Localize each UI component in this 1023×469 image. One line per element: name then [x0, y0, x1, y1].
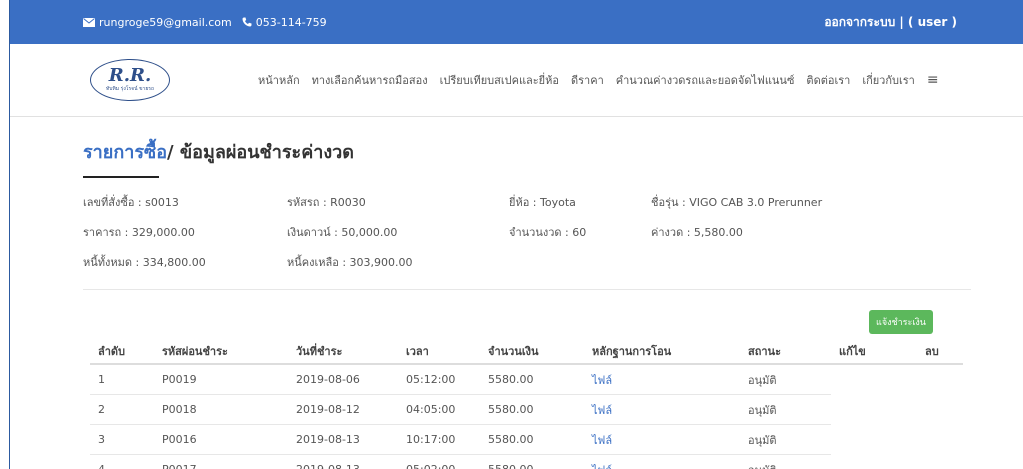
row-file-link[interactable]: ไฟล์: [584, 394, 740, 425]
remaining-debt: หนี้คงเหลือ : 303,900.00: [287, 256, 413, 269]
phone-text: 053-114-759: [255, 15, 327, 29]
row-delete: [917, 364, 963, 395]
car-price: ราคารถ : 329,000.00: [83, 226, 195, 239]
row-payment-code: P0018: [154, 394, 288, 425]
col-edit: แก้ไข: [831, 339, 917, 365]
row-date: 2019-08-13: [288, 424, 398, 455]
row-amount: 5580.00: [480, 364, 584, 395]
row-payment-code: P0019: [154, 364, 288, 395]
table-row: 3 P0016 2019-08-13 10:17:00 5580.00 ไฟล์…: [90, 424, 963, 455]
order-number: เลขที่สั่งซื้อ : s0013: [83, 196, 179, 209]
nav-item-about[interactable]: เกี่ยวกับเรา: [862, 71, 915, 89]
row-delete: [917, 395, 963, 425]
page-header: รายการซื้อ/ ข้อมูลผ่อนชำระค่างวด: [10, 117, 1023, 178]
row-edit: [831, 364, 917, 395]
row-delete: [917, 455, 963, 469]
car-model: ชื่อรุ่น : VIGO CAB 3.0 Prerunner: [651, 196, 823, 209]
row-time: 04:05:00: [398, 394, 480, 425]
email-text: rungroge59@gmail.com: [99, 15, 232, 29]
phone-contact[interactable]: 053-114-759: [242, 16, 327, 29]
table-row: 1 P0019 2019-08-06 05:12:00 5580.00 ไฟล์…: [90, 364, 963, 395]
site-logo[interactable]: R.R. ทับทิม รุ่งโรจน์ ขายรถ: [90, 59, 170, 101]
top-contact-bar: rungroge59@gmail.com 053-114-759 ออกจากร…: [10, 0, 1023, 44]
row-time: 05:12:00: [398, 364, 480, 395]
row-order: 2: [90, 394, 154, 425]
row-edit: [831, 425, 917, 455]
row-edit: [831, 455, 917, 469]
table-row: 2 P0018 2019-08-12 04:05:00 5580.00 ไฟล์…: [90, 394, 963, 425]
row-date: 2019-08-13: [288, 454, 398, 469]
info-row: หนี้ทั้งหมด : 334,800.00 หนี้คงเหลือ : 3…: [83, 253, 971, 283]
row-time: 10:17:00: [398, 424, 480, 455]
logo-subtext: ทับทิม รุ่งโรจน์ ขายรถ: [106, 86, 154, 92]
row-status: อนุมัติ: [740, 364, 831, 395]
down-payment: เงินดาวน์ : 50,000.00: [287, 226, 398, 239]
row-edit: [831, 395, 917, 425]
row-status: อนุมัติ: [740, 454, 831, 469]
row-amount: 5580.00: [480, 424, 584, 455]
page-title: รายการซื้อ/ ข้อมูลผ่อนชำระค่างวด: [83, 137, 1023, 166]
nav-item-compare[interactable]: เปรียบเทียบสเปคและยี่ห้อ: [440, 71, 559, 89]
col-order: ลำดับ: [90, 339, 154, 365]
row-payment-code: P0017: [154, 454, 288, 469]
car-brand: ยี่ห้อ : Toyota: [509, 196, 576, 209]
payment-table: ลำดับ รหัสผ่อนชำระ วันที่ชำระ เวลา จำนวน…: [90, 339, 963, 469]
contact-info: rungroge59@gmail.com 053-114-759: [83, 16, 327, 29]
row-amount: 5580.00: [480, 454, 584, 469]
page-frame: rungroge59@gmail.com 053-114-759 ออกจากร…: [9, 0, 1023, 469]
row-order: 1: [90, 364, 154, 395]
info-row: เลขที่สั่งซื้อ : s0013 รหัสรถ : R0030 ยี…: [83, 193, 971, 223]
row-date: 2019-08-12: [288, 394, 398, 425]
page-title-rest: / ข้อมูลผ่อนชำระค่างวด: [167, 142, 354, 163]
table-row: 4 P0017 2019-08-13 05:02:00 5580.00 ไฟล์…: [90, 454, 963, 469]
table-header-row: ลำดับ รหัสผ่อนชำระ วันที่ชำระ เวลา จำนวน…: [90, 339, 963, 365]
logo-mark: R.R.: [108, 65, 152, 86]
installment-amount: ค่างวด : 5,580.00: [651, 226, 743, 239]
col-time: เวลา: [398, 339, 480, 365]
row-file-link[interactable]: ไฟล์: [584, 364, 740, 395]
nav-item-home[interactable]: หน้าหลัก: [258, 71, 300, 89]
row-status: อนุมัติ: [740, 424, 831, 455]
nav-item-calculator[interactable]: คำนวณค่างวดรถและยอดจัดไฟแนนซ์: [616, 71, 795, 89]
info-row: ราคารถ : 329,000.00 เงินดาวน์ : 50,000.0…: [83, 223, 971, 253]
order-info: เลขที่สั่งซื้อ : s0013 รหัสรถ : R0030 ยี…: [83, 193, 971, 283]
nav-menu: หน้าหลัก ทางเลือกค้นหารถมือสอง เปรียบเที…: [258, 71, 939, 89]
envelope-icon: [83, 17, 95, 27]
row-payment-code: P0016: [154, 424, 288, 455]
col-delete: ลบ: [917, 339, 963, 365]
email-contact[interactable]: rungroge59@gmail.com: [83, 16, 232, 29]
menu-icon[interactable]: ≡: [927, 72, 939, 88]
row-status: อนุมัติ: [740, 394, 831, 425]
nav-item-price[interactable]: ดีราคา: [571, 71, 604, 89]
phone-icon: [242, 17, 252, 27]
row-date: 2019-08-06: [288, 364, 398, 395]
info-divider: [83, 289, 971, 290]
row-time: 05:02:00: [398, 454, 480, 469]
page-title-link[interactable]: รายการซื้อ: [83, 142, 167, 163]
col-payment-code: รหัสผ่อนชำระ: [154, 339, 288, 365]
nav-item-search[interactable]: ทางเลือกค้นหารถมือสอง: [312, 71, 428, 89]
row-file-link[interactable]: ไฟล์: [584, 454, 740, 469]
row-file-link[interactable]: ไฟล์: [584, 424, 740, 455]
row-delete: [917, 425, 963, 455]
nav-item-contact[interactable]: ติดต่อเรา: [806, 71, 850, 89]
total-debt: หนี้ทั้งหมด : 334,800.00: [83, 256, 206, 269]
notify-payment-button[interactable]: แจ้งชำระเงิน: [869, 310, 933, 334]
col-transfer-proof: หลักฐานการโอน: [584, 339, 740, 365]
row-order: 3: [90, 424, 154, 455]
row-amount: 5580.00: [480, 394, 584, 425]
col-date: วันที่ชำระ: [288, 339, 398, 365]
title-underline: [83, 176, 159, 178]
logout-link[interactable]: ออกจากระบบ | ( user ): [824, 13, 957, 32]
row-order: 4: [90, 454, 154, 469]
car-code: รหัสรถ : R0030: [287, 196, 366, 209]
col-amount: จำนวนเงิน: [480, 339, 584, 365]
col-status: สถานะ: [740, 339, 831, 365]
installment-count: จำนวนงวด : 60: [509, 226, 587, 239]
main-navbar: R.R. ทับทิม รุ่งโรจน์ ขายรถ หน้าหลัก ทาง…: [10, 44, 1023, 117]
